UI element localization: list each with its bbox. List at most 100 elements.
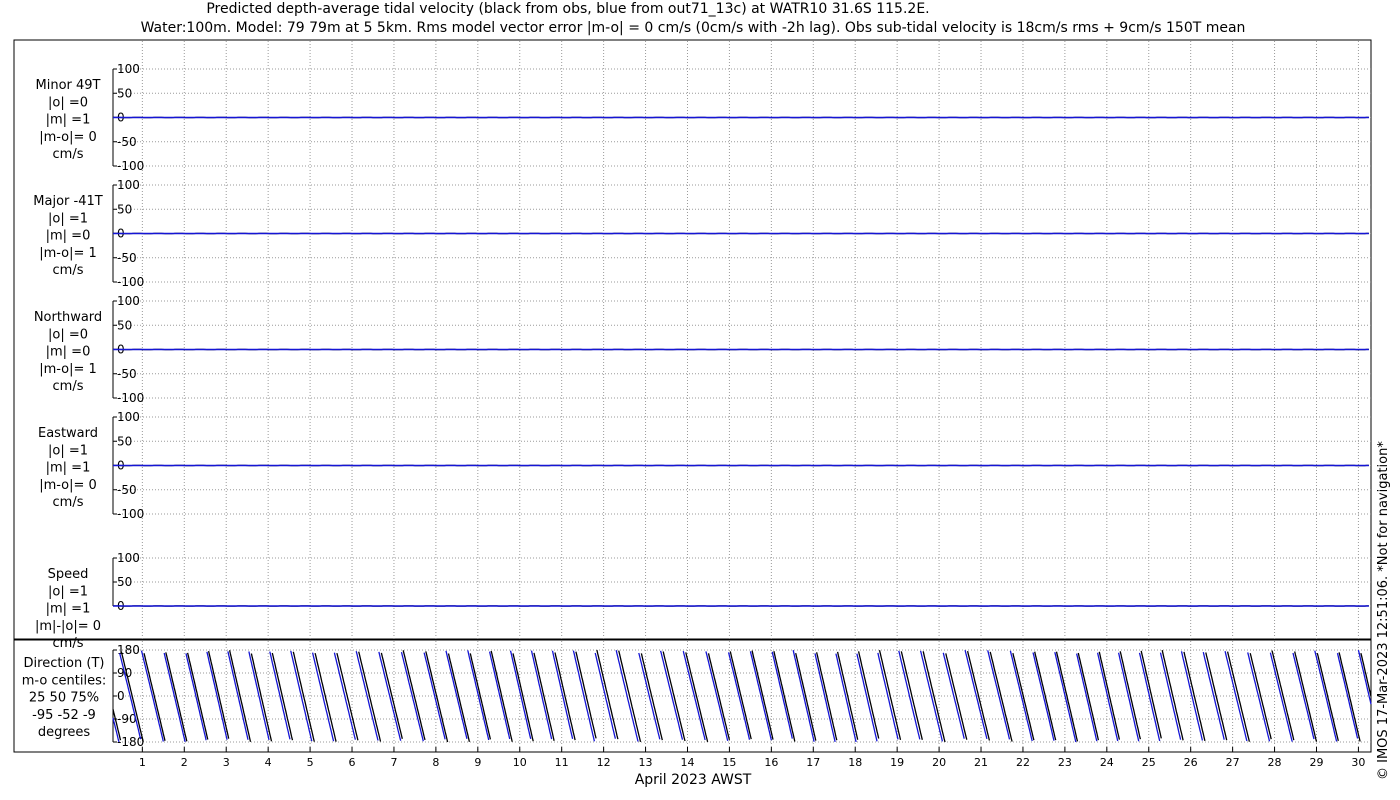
model-direction-line	[1138, 652, 1161, 742]
model-direction-line	[835, 653, 857, 743]
panel-label-line: m-o centiles:	[22, 673, 107, 688]
obs-direction-line	[1226, 651, 1251, 742]
model-direction-line	[705, 651, 729, 742]
axes-frame	[13, 39, 1372, 753]
x-tick-label-day: 8	[432, 756, 439, 769]
obs-direction-line	[795, 652, 817, 741]
model-direction-line	[378, 651, 402, 741]
panel-label-line: Minor 49T	[36, 78, 101, 93]
obs-direction-line	[186, 652, 209, 740]
y-tick-label: 100	[117, 551, 140, 565]
model-direction-line	[877, 652, 899, 740]
x-tick-label-day: 28	[1268, 756, 1282, 769]
y-tick-label: 0	[117, 689, 125, 703]
panel-label-line: 25 50 75%	[29, 691, 99, 706]
y-tick-label: -100	[117, 275, 144, 289]
obs-direction-line	[425, 651, 449, 743]
panel-direction: 180900-90-180Direction (T)m-o centiles:2…	[22, 643, 1372, 749]
y-tick-label: 100	[117, 410, 140, 424]
panel-label-line: Northward	[34, 310, 102, 325]
obs-direction-line	[358, 651, 382, 742]
model-direction-line	[771, 651, 793, 739]
panel-label-line: |o| =1	[48, 584, 88, 599]
y-tick-label: -50	[117, 135, 137, 149]
obs-direction-line	[292, 651, 315, 742]
panel-label-line: |m| =1	[46, 113, 91, 128]
obs-direction-line	[1271, 650, 1295, 741]
panel-label-line: |m-o|= 0	[39, 478, 97, 493]
obs-direction-line	[640, 653, 663, 741]
obs-direction-line	[707, 653, 731, 741]
model-direction-line	[1075, 653, 1098, 742]
model-direction-line	[1247, 652, 1271, 742]
model-direction-line	[1224, 651, 1248, 742]
x-tick-label-day: 12	[597, 756, 611, 769]
panel-label-line: |m| =1	[46, 602, 91, 617]
model-direction-line	[594, 652, 617, 739]
panel-label-line: |m|-|o|= 0	[35, 619, 101, 634]
obs-direction-line	[207, 650, 230, 739]
x-tick-label-day: 23	[1058, 756, 1072, 769]
obs-direction-line	[1055, 651, 1079, 742]
obs-direction-line	[402, 650, 426, 741]
x-tick-label-day: 29	[1309, 756, 1323, 769]
x-tick-label-day: 10	[513, 756, 527, 769]
model-direction-line	[1202, 651, 1225, 740]
obs-direction-line	[1012, 652, 1035, 741]
x-tick-label-day: 5	[307, 756, 314, 769]
x-tick-label-day: 21	[974, 756, 988, 769]
y-tick-label: 50	[117, 434, 132, 448]
panel-label-line: |o| =1	[48, 211, 88, 226]
obs-direction-line	[945, 653, 968, 740]
model-direction-line	[163, 652, 186, 742]
x-tick-label-day: 14	[680, 756, 694, 769]
model-direction-line	[856, 653, 878, 742]
model-direction-line	[488, 651, 511, 740]
panel-label-line: Speed	[48, 567, 89, 582]
y-tick-label: 50	[117, 318, 132, 332]
upper-frame	[13, 39, 1372, 640]
y-tick-label: -50	[117, 367, 137, 381]
model-direction-line	[942, 652, 965, 739]
panel-label-line: Direction (T)	[24, 656, 105, 671]
panel-label-line: |m-o|= 1	[39, 362, 97, 377]
x-tick-label-day: 1	[139, 756, 146, 769]
obs-direction-line	[1338, 652, 1361, 742]
obs-direction-line	[271, 652, 294, 741]
obs-direction-line	[729, 651, 752, 740]
model-direction-line	[185, 653, 207, 741]
x-tick-label-day: 24	[1100, 756, 1114, 769]
panel-speed: 100500Speed|o| =1|m| =1|m|-|o|= 0cm/s	[35, 551, 1371, 651]
model-direction-line	[269, 651, 291, 740]
x-tick-label-day: 2	[181, 756, 188, 769]
panel-label-line: |m-o|= 0	[39, 130, 97, 145]
model-direction-line	[814, 653, 836, 743]
panel-label-line: |o| =0	[48, 95, 88, 110]
model-direction-line	[140, 650, 164, 742]
y-tick-label: 50	[117, 202, 132, 216]
obs-direction-line	[989, 651, 1013, 742]
y-tick-label: 100	[117, 62, 140, 76]
model-direction-line	[423, 652, 446, 740]
x-tick-label-day: 20	[932, 756, 946, 769]
model-direction-line	[1117, 652, 1140, 742]
y-tick-label: -100	[117, 159, 144, 173]
y-tick-label: -50	[117, 251, 137, 265]
model-direction-line	[551, 650, 574, 740]
obs-direction-line	[1316, 652, 1339, 742]
x-axis-label: April 2023 AWST	[635, 772, 752, 788]
obs-direction-line	[250, 653, 273, 742]
panel-label-line: cm/s	[53, 263, 84, 278]
panel-label-line: cm/s	[53, 147, 84, 162]
y-tick-label: 50	[117, 575, 132, 589]
x-tick-label-day: 9	[474, 756, 481, 769]
x-tick-label-day: 25	[1142, 756, 1156, 769]
y-tick-label: 100	[117, 178, 140, 192]
obs-direction-line	[685, 652, 709, 743]
obs-direction-line	[1119, 651, 1142, 740]
x-tick-label-day: 6	[349, 756, 356, 769]
panel-label-line: |o| =0	[48, 327, 88, 342]
x-tick-label-day: 18	[848, 756, 862, 769]
x-tick-label-day: 15	[722, 756, 736, 769]
obs-direction-line	[1077, 652, 1100, 741]
